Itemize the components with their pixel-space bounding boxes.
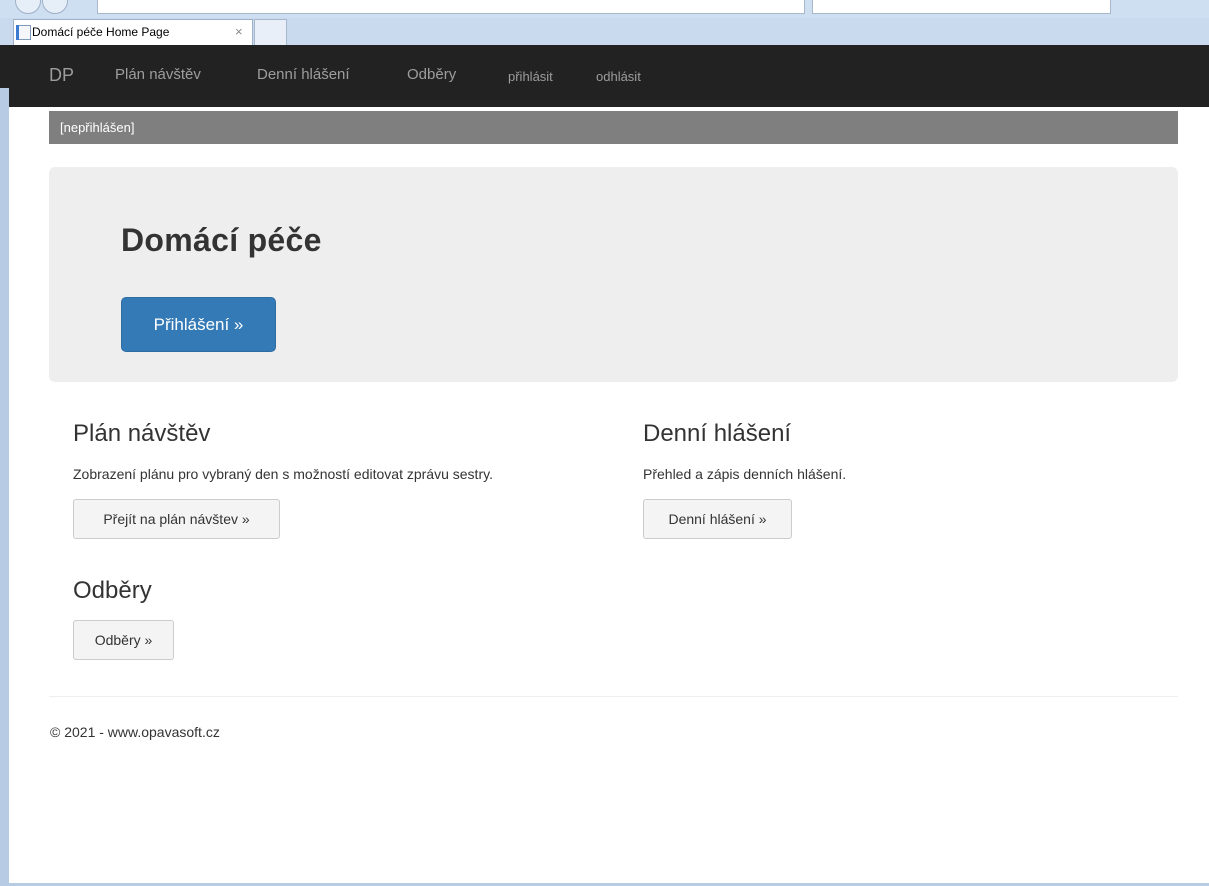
window-frame-left — [0, 45, 9, 886]
browser-chrome: Domácí péče Home Page × — [0, 0, 1209, 45]
nav-item-login[interactable]: přihlásit — [508, 69, 553, 84]
footer-copyright: © 2021 - www.opavasoft.cz — [50, 724, 220, 740]
new-tab-button[interactable] — [254, 19, 287, 45]
nav-item-logout[interactable]: odhlásit — [596, 69, 641, 84]
login-button[interactable]: Přihlášení » — [121, 297, 276, 352]
section-title-denni-hlaseni: Denní hlášení — [643, 420, 792, 447]
footer-divider — [49, 696, 1178, 697]
tab-title: Domácí péče Home Page — [32, 25, 170, 39]
section-title-plan-navstev: Plán návštěv — [73, 420, 211, 447]
nav-item-denni-hlaseni[interactable]: Denní hlášení — [257, 66, 350, 83]
nav-item-odbery[interactable]: Odběry — [407, 66, 456, 83]
section-text-plan-navstev: Zobrazení plánu pro vybraný den s možnos… — [73, 466, 493, 482]
section-title-odbery: Odběry — [73, 577, 152, 604]
window-frame-left-dark — [0, 45, 9, 88]
plan-navstev-button[interactable]: Přejít na plán návštev » — [73, 499, 280, 539]
odbery-button[interactable]: Odběry » — [73, 620, 174, 660]
tab-close-icon[interactable]: × — [235, 20, 243, 44]
jumbotron: Domácí péče Přihlášení » — [49, 167, 1178, 382]
browser-search-box[interactable] — [812, 0, 1111, 14]
top-navbar: DP Plán návštěv Denní hlášení Odběry při… — [9, 45, 1209, 107]
nav-item-plan-navstev[interactable]: Plán návštěv — [115, 66, 201, 83]
denni-hlaseni-button[interactable]: Denní hlášení » — [643, 499, 792, 539]
browser-tab[interactable]: Domácí péče Home Page × — [13, 19, 253, 45]
page-title: Domácí péče — [121, 222, 322, 258]
section-text-denni-hlaseni: Přehled a zápis denních hlášení. — [643, 466, 847, 482]
address-bar[interactable] — [97, 0, 805, 14]
page-favicon-icon — [16, 25, 31, 40]
navbar-brand[interactable]: DP — [49, 65, 74, 86]
login-status-bar: [nepřihlášen] — [49, 111, 1178, 144]
